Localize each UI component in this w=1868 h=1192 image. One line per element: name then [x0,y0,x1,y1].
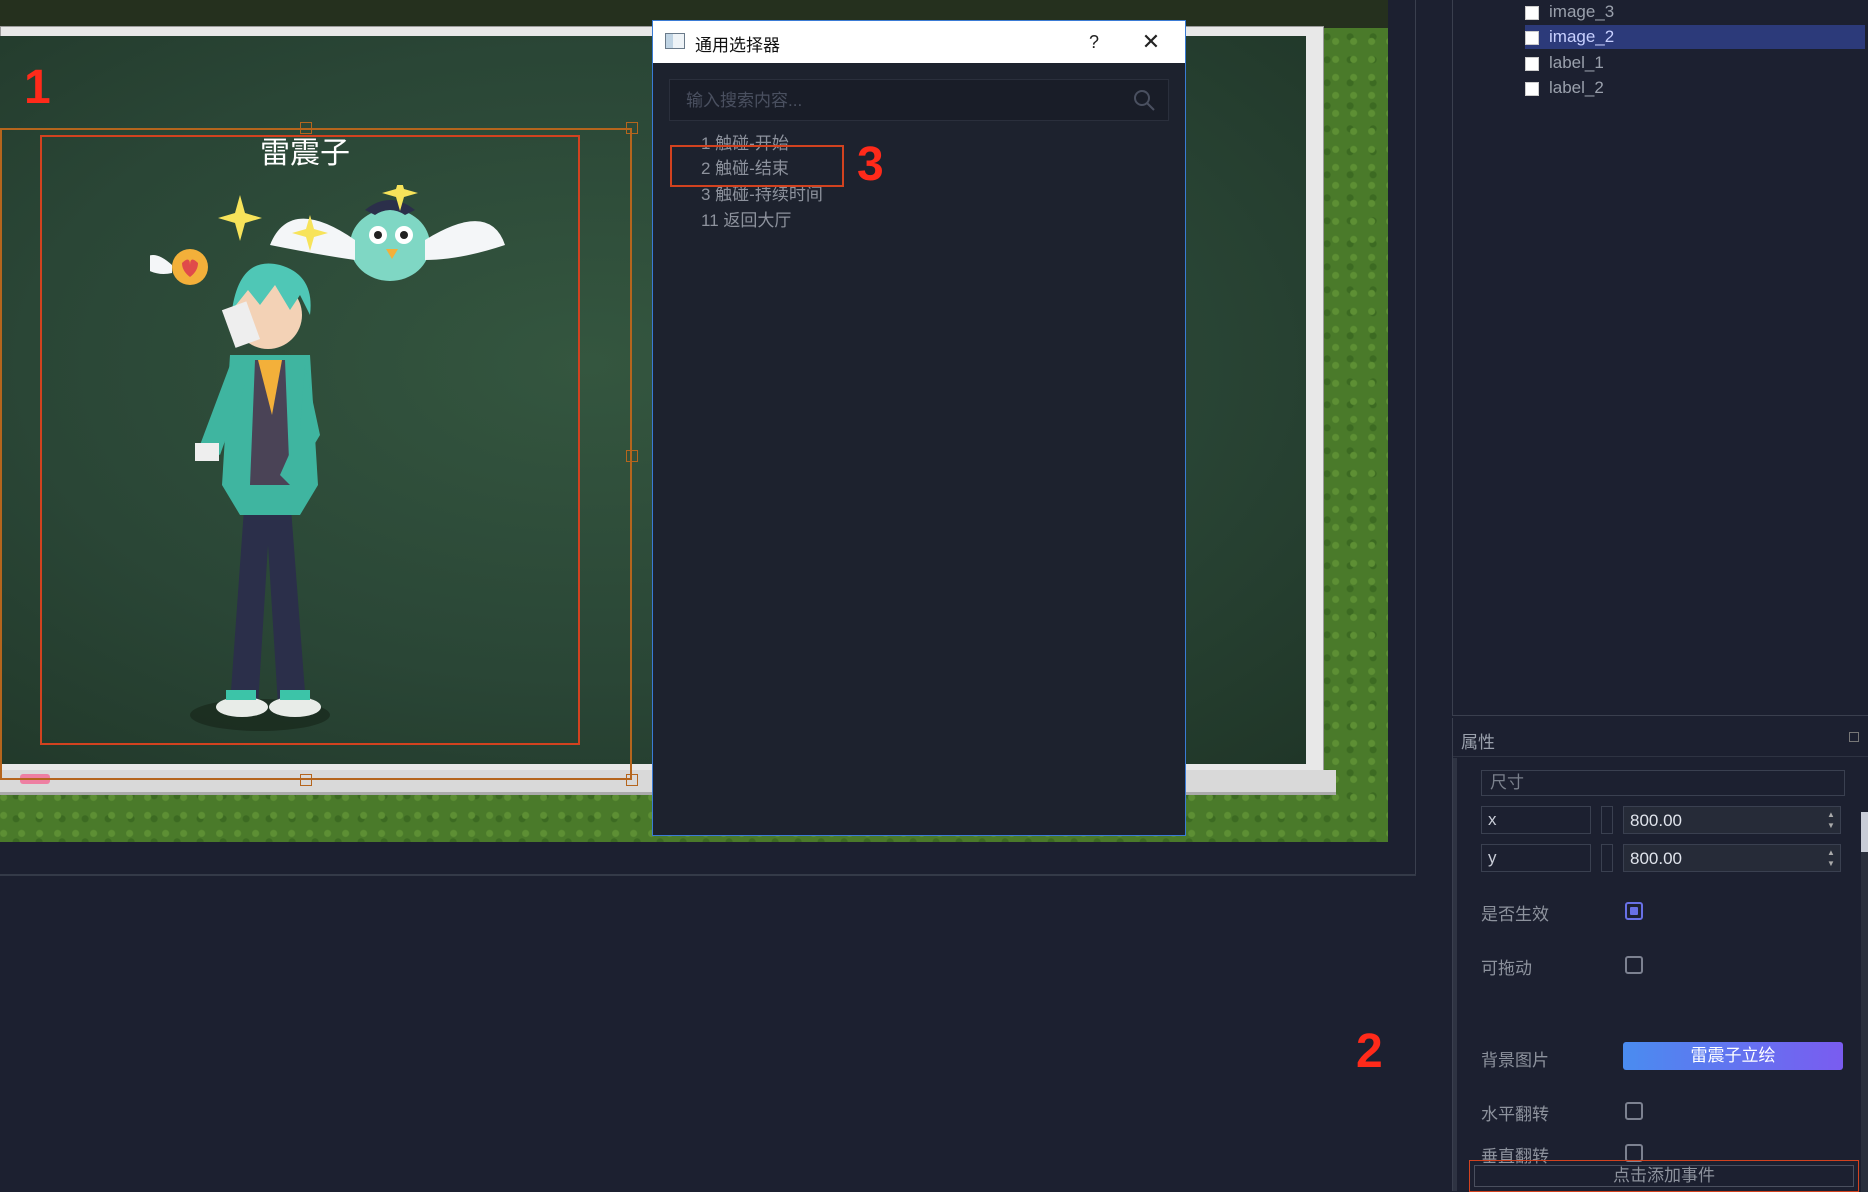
scene-panel-border [1388,0,1416,875]
resize-handle-bottom-right[interactable] [626,774,638,786]
properties-panel: 属性 尺寸 x ▲▼ y ▲▼ 是否生效 可拖动 背景图片 雷震子立绘 水平翻转… [1452,718,1868,1192]
resize-handle-right[interactable] [626,450,638,462]
annotation-marker-2: 2 [1356,1025,1383,1078]
search-icon[interactable] [1132,88,1156,112]
enabled-checkbox[interactable] [1625,902,1643,920]
dock-float-icon[interactable] [1849,732,1859,742]
visibility-checkbox[interactable] [1525,81,1539,96]
list-item[interactable]: 11 返回大厅 [701,209,1001,233]
tree-item-label: image_2 [1549,27,1615,46]
close-button[interactable]: ✕ [1131,27,1171,57]
visibility-checkbox[interactable] [1525,56,1539,71]
x-value-input[interactable] [1624,807,1812,835]
annotation-marker-1: 1 [24,61,51,114]
tree-item-label: image_3 [1549,2,1615,21]
tree-item-label: label_2 [1549,78,1604,97]
tree-item-image-2[interactable]: image_2 [1525,25,1865,49]
tree-item-label: label_1 [1549,53,1604,72]
x-spinbox[interactable]: ▲▼ [1623,806,1841,835]
spin-arrows-icon[interactable]: ▲ ▼ [1824,809,1838,831]
field-separator [1601,806,1613,834]
properties-scrollbar[interactable] [1861,812,1868,1192]
selector-dialog[interactable]: 通用选择器 ? ✕ 1 触碰-开始 2 触碰-结束 3 触碰-持续时间 11 返… [652,20,1186,836]
search-box[interactable] [669,79,1169,122]
enabled-label: 是否生效 [1481,905,1549,924]
tree-item-label-1[interactable]: label_1 [1525,51,1865,75]
field-separator [1601,844,1613,872]
dialog-titlebar[interactable]: 通用选择器 ? ✕ [653,21,1185,63]
tree-item-image-3[interactable]: image_3 [1525,0,1865,24]
y-label: y [1481,844,1591,872]
character-name-label: 雷震子 [260,137,350,170]
draggable-checkbox[interactable] [1625,956,1643,974]
add-event-button[interactable]: 点击添加事件 [1474,1165,1854,1187]
y-value-input[interactable] [1624,845,1812,873]
properties-body: 尺寸 x ▲▼ y ▲▼ 是否生效 可拖动 背景图片 雷震子立绘 水平翻转 垂直… [1453,758,1868,1192]
hierarchy-panel: image_3 image_2 label_1 label_2 [1452,0,1868,716]
annotation-marker-3: 3 [857,138,884,191]
visibility-checkbox[interactable] [1525,5,1539,20]
x-label: x [1481,806,1591,834]
scrollbar-thumb[interactable] [1861,812,1868,852]
search-input[interactable] [670,80,1128,122]
y-spinbox[interactable]: ▲▼ [1623,844,1841,873]
spin-arrows-icon[interactable]: ▲ ▼ [1824,847,1838,869]
add-event-button-highlight[interactable]: 点击添加事件 [1469,1160,1859,1192]
flip-h-checkbox[interactable] [1625,1102,1643,1120]
divider [1453,756,1868,757]
character-illustration [150,185,505,731]
annotation-highlight-box [670,145,844,187]
resize-handle-bottom[interactable] [300,774,312,786]
resize-handle-top-right[interactable] [626,122,638,134]
scene-panel-bottom-border [0,874,1416,876]
tree-item-label-2[interactable]: label_2 [1525,76,1865,100]
visibility-checkbox[interactable] [1525,30,1539,45]
dialog-title: 通用选择器 [695,36,780,55]
bg-image-label: 背景图片 [1481,1051,1549,1070]
draggable-label: 可拖动 [1481,959,1532,978]
help-button[interactable]: ? [1079,29,1109,55]
properties-title: 属性 [1461,733,1495,752]
bg-image-button[interactable]: 雷震子立绘 [1623,1042,1843,1070]
window-app-icon [665,33,685,49]
flip-h-label: 水平翻转 [1481,1105,1549,1124]
size-group-label: 尺寸 [1481,770,1845,796]
